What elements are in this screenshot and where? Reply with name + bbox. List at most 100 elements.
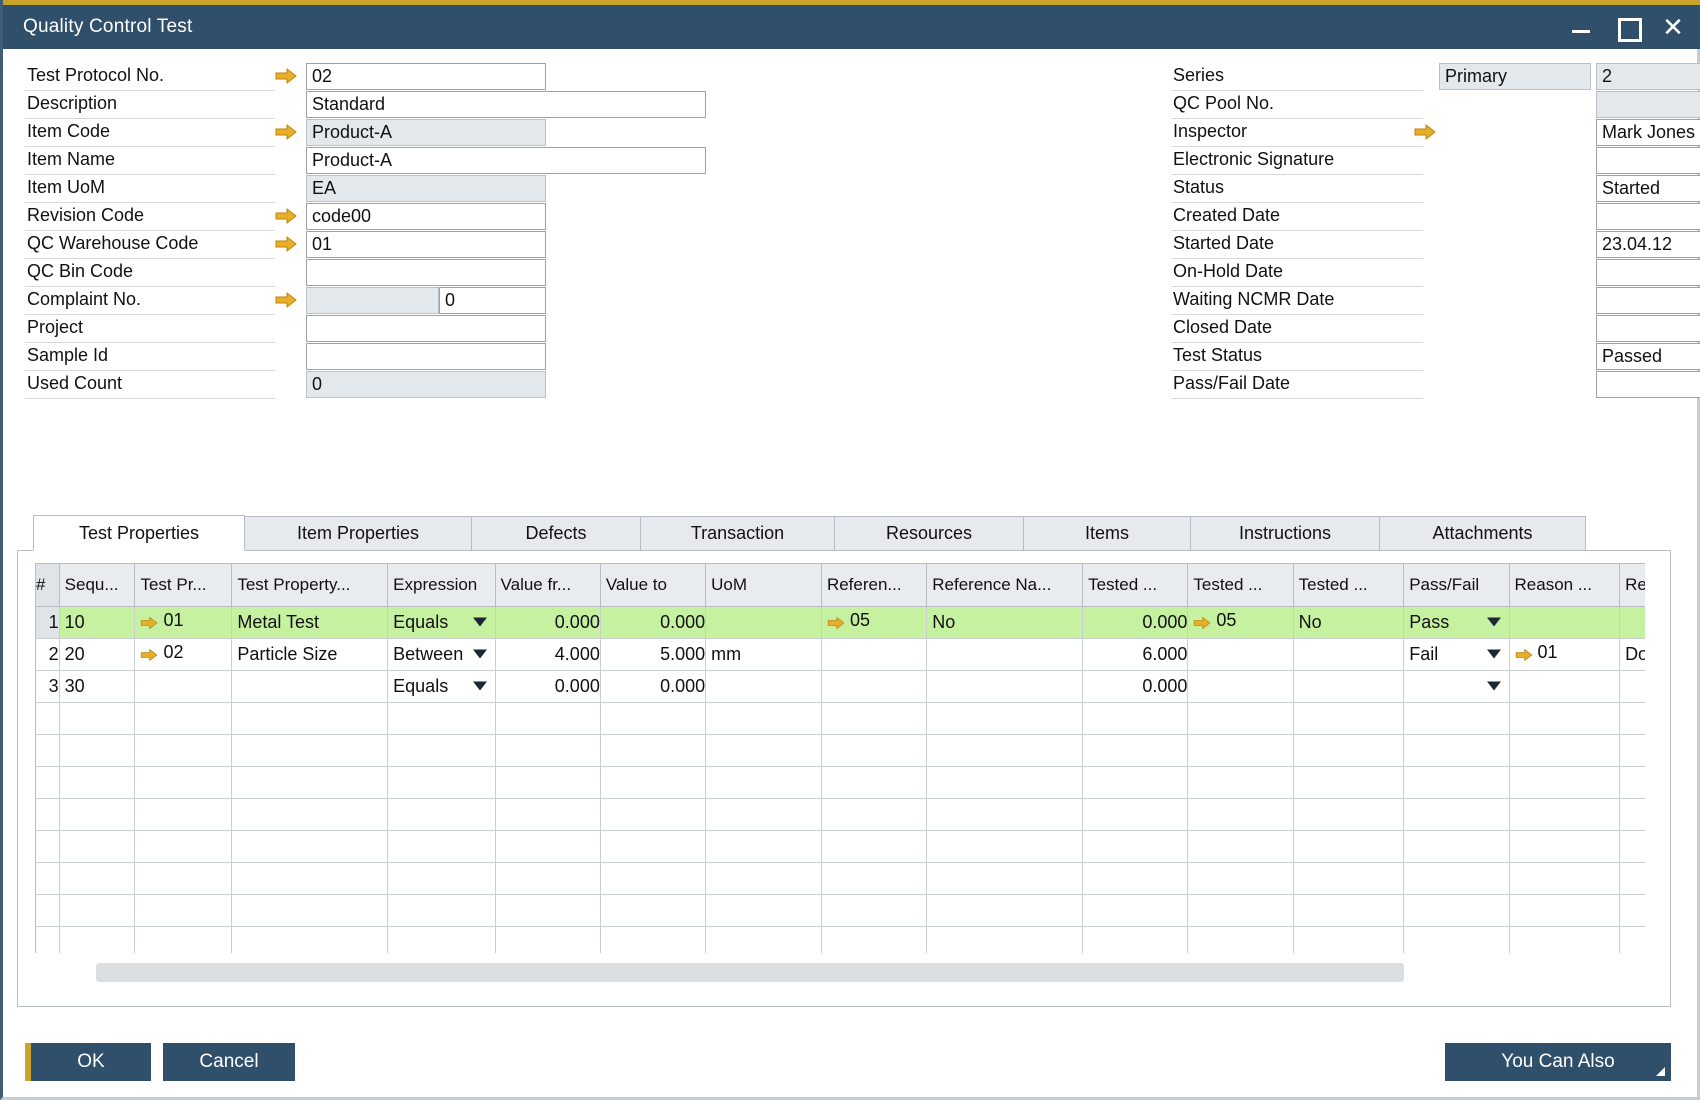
grid-cell-empty[interactable] [36, 862, 59, 894]
grid-cell-empty[interactable] [59, 734, 135, 766]
grid-cell-value_from[interactable]: 4.000 [495, 638, 600, 670]
field-input[interactable]: Primary [1439, 63, 1591, 90]
field-input[interactable]: Standard [306, 91, 706, 118]
grid-cell-reference_name[interactable] [927, 670, 1083, 702]
grid-cell-empty[interactable] [1620, 734, 1645, 766]
grid-column-header[interactable]: Referen... [821, 564, 926, 606]
tab-instructions[interactable]: Instructions [1190, 516, 1380, 551]
grid-cell-empty[interactable] [232, 702, 388, 734]
grid-cell-empty[interactable] [821, 926, 926, 953]
field-input[interactable]: 02 [306, 63, 546, 90]
tab-defects[interactable]: Defects [471, 516, 641, 551]
table-row-empty[interactable] [36, 766, 1645, 798]
table-row-empty[interactable] [36, 702, 1645, 734]
field-input[interactable] [1596, 147, 1700, 174]
grid-cell-empty[interactable] [36, 830, 59, 862]
grid-cell-empty[interactable] [1083, 894, 1188, 926]
grid-cell-empty[interactable] [232, 926, 388, 953]
grid-cell-empty[interactable] [495, 830, 600, 862]
grid-cell-empty[interactable] [36, 734, 59, 766]
link-arrow-icon[interactable] [275, 67, 297, 89]
grid-cell-empty[interactable] [1293, 830, 1404, 862]
grid-cell-empty[interactable] [1293, 734, 1404, 766]
field-input[interactable]: Product-A [306, 119, 546, 146]
grid-cell-empty[interactable] [706, 926, 822, 953]
field-input[interactable] [306, 343, 546, 370]
grid-cell-empty[interactable] [1083, 702, 1188, 734]
grid-cell-tested_name[interactable] [1293, 670, 1404, 702]
grid-column-header[interactable]: Tested ... [1293, 564, 1404, 606]
grid-column-header[interactable]: Reason ... [1509, 564, 1620, 606]
grid-cell-empty[interactable] [232, 862, 388, 894]
grid-cell-empty[interactable] [135, 830, 232, 862]
grid-cell-expression[interactable]: Between [388, 638, 495, 670]
grid-cell-uom[interactable] [706, 606, 822, 638]
link-arrow-icon[interactable] [275, 291, 297, 313]
grid-cell-reference_no[interactable]: 05 [821, 606, 926, 638]
field-input[interactable]: EA [306, 175, 546, 202]
field-input[interactable] [1596, 259, 1700, 286]
grid-cell-empty[interactable] [1404, 894, 1509, 926]
field-input[interactable] [306, 315, 546, 342]
test-properties-grid[interactable]: #Sequ...Test Pr...Test Property...Expres… [35, 563, 1645, 953]
grid-cell-expression[interactable]: Equals [388, 606, 495, 638]
field-input[interactable] [306, 287, 439, 314]
field-input-secondary[interactable]: 2 [1596, 63, 1700, 90]
grid-cell-value_to[interactable]: 0.000 [600, 606, 705, 638]
grid-cell-empty[interactable] [1083, 734, 1188, 766]
grid-cell-empty[interactable] [821, 862, 926, 894]
grid-cell-empty[interactable] [36, 798, 59, 830]
grid-cell-empty[interactable] [1293, 766, 1404, 798]
grid-cell-expression[interactable]: Equals [388, 670, 495, 702]
field-input[interactable] [306, 259, 546, 286]
grid-cell-empty[interactable] [927, 798, 1083, 830]
grid-cell-empty[interactable] [1083, 926, 1188, 953]
grid-cell-empty[interactable] [927, 894, 1083, 926]
horizontal-scrollbar[interactable] [96, 963, 1404, 982]
grid-cell-reference_name[interactable] [927, 638, 1083, 670]
grid-column-header[interactable]: Pass/Fail [1404, 564, 1509, 606]
grid-cell-empty[interactable] [1404, 926, 1509, 953]
chevron-down-icon[interactable] [473, 650, 487, 659]
grid-cell-reference_name[interactable]: No [927, 606, 1083, 638]
grid-cell-uom[interactable] [706, 670, 822, 702]
tab-item-properties[interactable]: Item Properties [244, 516, 472, 551]
grid-cell-tested_name[interactable]: No [1293, 606, 1404, 638]
cancel-button[interactable]: Cancel [163, 1043, 295, 1081]
maximize-icon[interactable] [1615, 15, 1639, 39]
field-input[interactable]: Product-A [306, 147, 706, 174]
grid-column-header[interactable]: Reference Na... [927, 564, 1083, 606]
grid-cell-value_from[interactable]: 0.000 [495, 670, 600, 702]
tab-transaction[interactable]: Transaction [640, 516, 835, 551]
grid-cell-tested_ref[interactable] [1188, 638, 1293, 670]
grid-column-header[interactable]: Value to [600, 564, 705, 606]
grid-cell-pass_fail[interactable]: Pass [1404, 606, 1509, 638]
field-input[interactable]: 0 [306, 371, 546, 398]
grid-cell-empty[interactable] [1509, 830, 1620, 862]
grid-cell-tested_value[interactable]: 0.000 [1083, 606, 1188, 638]
grid-cell-empty[interactable] [495, 798, 600, 830]
grid-cell-empty[interactable] [36, 894, 59, 926]
grid-cell-empty[interactable] [1188, 798, 1293, 830]
grid-cell-empty[interactable] [1509, 702, 1620, 734]
grid-cell-empty[interactable] [600, 862, 705, 894]
grid-cell-empty[interactable] [600, 830, 705, 862]
field-input[interactable]: 23.04.12 [1596, 231, 1700, 258]
grid-cell-sequence[interactable]: 30 [59, 670, 135, 702]
grid-cell-empty[interactable] [135, 862, 232, 894]
grid-column-header[interactable]: Test Property... [232, 564, 388, 606]
grid-cell-empty[interactable] [495, 734, 600, 766]
grid-cell-test_property_no[interactable]: 02 [135, 638, 232, 670]
grid-cell-empty[interactable] [135, 926, 232, 953]
grid-cell-empty[interactable] [1188, 894, 1293, 926]
grid-column-header[interactable]: UoM [706, 564, 822, 606]
grid-cell-empty[interactable] [135, 894, 232, 926]
grid-cell-empty[interactable] [821, 702, 926, 734]
grid-cell-value_to[interactable]: 5.000 [600, 638, 705, 670]
grid-column-header[interactable]: Tested ... [1188, 564, 1293, 606]
grid-column-header[interactable]: Test Pr... [135, 564, 232, 606]
grid-cell-empty[interactable] [927, 734, 1083, 766]
field-input[interactable]: Mark Jones [1596, 119, 1700, 146]
you-can-also-button[interactable]: You Can Also [1445, 1043, 1671, 1081]
grid-cell-reason_code[interactable]: 01 [1509, 638, 1620, 670]
